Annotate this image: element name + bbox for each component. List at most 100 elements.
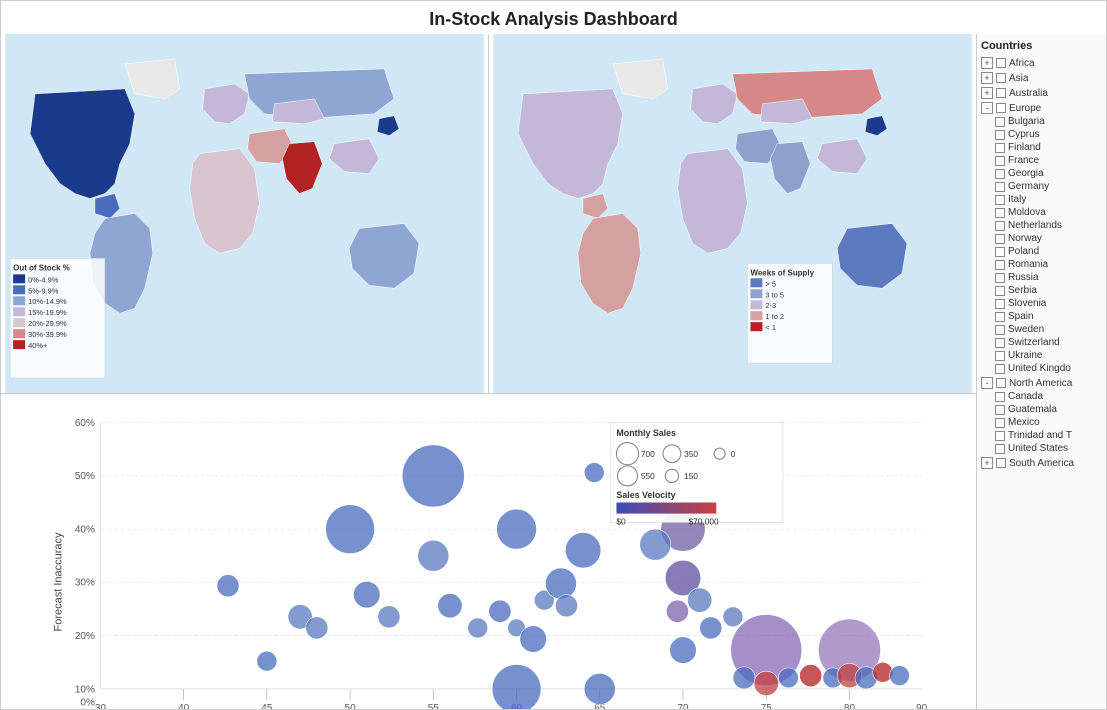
svg-text:30: 30 [95, 703, 107, 709]
svg-text:40%+: 40%+ [28, 341, 47, 350]
sidebar-item-switzerland[interactable]: Switzerland [981, 336, 1102, 349]
sidebar-item-united-kingdom[interactable]: United Kingdo [981, 362, 1102, 375]
sidebar-group-africa: + Africa [981, 56, 1102, 70]
sidebar-item-spain[interactable]: Spain [981, 310, 1102, 323]
svg-text:< 1: < 1 [765, 323, 776, 332]
sidebar-group-header-australia[interactable]: + Australia [981, 86, 1102, 100]
sidebar-item-germany[interactable]: Germany [981, 180, 1102, 193]
svg-text:90: 90 [916, 703, 928, 709]
sidebar-group-header-africa[interactable]: + Africa [981, 56, 1102, 70]
expand-icon-australia[interactable]: + [981, 87, 993, 99]
sidebar-item-slovenia[interactable]: Slovenia [981, 297, 1102, 310]
maps-row: Out of Stock % 0%-4.9% 5%-9.9% 10%-14.9%… [1, 34, 976, 394]
sidebar-item-united-states[interactable]: United States [981, 442, 1102, 455]
svg-text:0%-4.9%: 0%-4.9% [28, 275, 59, 284]
sidebar-item-netherlands[interactable]: Netherlands [981, 219, 1102, 232]
expand-icon-north-america[interactable]: - [981, 377, 993, 389]
svg-text:$70,000: $70,000 [689, 517, 719, 527]
dashboard: In-Stock Analysis Dashboard [0, 0, 1107, 710]
sidebar-group-label-africa: Africa [1009, 58, 1035, 69]
sidebar-group-header-europe[interactable]: - Europe [981, 101, 1102, 115]
svg-text:150: 150 [684, 471, 698, 481]
svg-text:10%: 10% [75, 684, 95, 695]
scatter-panel: Forecast Inaccuracy Retail Locations [1, 394, 976, 709]
sidebar-item-moldova[interactable]: Moldova [981, 206, 1102, 219]
svg-text:60%: 60% [75, 418, 95, 429]
sidebar-item-canada[interactable]: Canada [981, 390, 1102, 403]
sidebar-group-europe: - Europe Bulgaria Cyprus Finland France … [981, 101, 1102, 375]
sidebar-group-header-north-america[interactable]: - North America [981, 376, 1102, 390]
main-content: Out of Stock % 0%-4.9% 5%-9.9% 10%-14.9%… [1, 34, 1106, 709]
sidebar-group-header-south-america[interactable]: + South America [981, 456, 1102, 470]
expand-icon-south-america[interactable]: + [981, 457, 993, 469]
svg-text:30%-39.9%: 30%-39.9% [28, 330, 67, 339]
sidebar-group-label-australia: Australia [1009, 88, 1048, 99]
sidebar-item-france[interactable]: France [981, 154, 1102, 167]
svg-text:20%-29.9%: 20%-29.9% [28, 319, 67, 328]
sidebar-group-label-europe: Europe [1009, 103, 1041, 114]
checkbox-africa[interactable] [996, 58, 1006, 68]
sidebar-item-trinidad[interactable]: Trinidad and T [981, 429, 1102, 442]
svg-text:80: 80 [844, 703, 856, 709]
checkbox-europe[interactable] [996, 103, 1006, 113]
sidebar-item-serbia[interactable]: Serbia [981, 284, 1102, 297]
expand-icon-europe[interactable]: - [981, 102, 993, 114]
svg-text:30%: 30% [75, 578, 95, 589]
svg-text:350: 350 [684, 449, 698, 459]
expand-icon-asia[interactable]: + [981, 72, 993, 84]
svg-text:3 to 5: 3 to 5 [765, 290, 784, 299]
svg-text:2-3: 2-3 [765, 301, 776, 310]
checkbox-north-america[interactable] [996, 378, 1006, 388]
sidebar-title: Countries [981, 40, 1102, 52]
svg-text:15%-19.9%: 15%-19.9% [28, 308, 67, 317]
svg-text:10%-14.9%: 10%-14.9% [28, 297, 67, 306]
svg-text:700: 700 [641, 449, 655, 459]
sidebar-item-cyprus[interactable]: Cyprus [981, 128, 1102, 141]
svg-text:Out of Stock %: Out of Stock % [13, 263, 70, 272]
svg-text:5%-9.9%: 5%-9.9% [28, 286, 59, 295]
svg-text:0%: 0% [80, 698, 95, 709]
svg-text:> 5: > 5 [765, 279, 776, 288]
sidebar: Countries + Africa + Asia + [976, 34, 1106, 709]
svg-text:Sales Velocity: Sales Velocity [616, 490, 675, 500]
sidebar-item-russia[interactable]: Russia [981, 271, 1102, 284]
svg-text:20%: 20% [75, 631, 95, 642]
svg-text:1 to 2: 1 to 2 [765, 312, 784, 321]
sidebar-group-north-america: - North America Canada Guatemala Mexico … [981, 376, 1102, 455]
sidebar-group-label-south-america: South America [1009, 458, 1074, 469]
svg-text:70: 70 [677, 703, 689, 709]
sidebar-item-finland[interactable]: Finland [981, 141, 1102, 154]
sidebar-group-label-north-america: North America [1009, 378, 1072, 389]
sidebar-item-georgia[interactable]: Georgia [981, 167, 1102, 180]
left-map-panel: Out of Stock % 0%-4.9% 5%-9.9% 10%-14.9%… [1, 34, 489, 393]
sidebar-item-bulgaria[interactable]: Bulgaria [981, 115, 1102, 128]
svg-text:0: 0 [731, 449, 736, 459]
sidebar-item-sweden[interactable]: Sweden [981, 323, 1102, 336]
checkbox-asia[interactable] [996, 73, 1006, 83]
charts-area: Out of Stock % 0%-4.9% 5%-9.9% 10%-14.9%… [1, 34, 976, 709]
svg-text:Monthly Sales: Monthly Sales [616, 428, 676, 438]
checkbox-south-america[interactable] [996, 458, 1006, 468]
sidebar-group-australia: + Australia [981, 86, 1102, 100]
svg-text:550: 550 [641, 471, 655, 481]
svg-text:Weeks of Supply: Weeks of Supply [750, 268, 814, 277]
svg-text:50%: 50% [75, 471, 95, 482]
expand-icon-africa[interactable]: + [981, 57, 993, 69]
sidebar-group-header-asia[interactable]: + Asia [981, 71, 1102, 85]
checkbox-australia[interactable] [996, 88, 1006, 98]
sidebar-group-south-america: + South America [981, 456, 1102, 470]
right-map-svg: Weeks of Supply > 5 3 to 5 2-3 1 to 2 < … [489, 34, 976, 393]
svg-text:75: 75 [761, 703, 773, 709]
svg-text:45: 45 [261, 703, 273, 709]
sidebar-item-ukraine[interactable]: Ukraine [981, 349, 1102, 362]
svg-text:40%: 40% [75, 524, 95, 535]
sidebar-item-italy[interactable]: Italy [981, 193, 1102, 206]
sidebar-item-poland[interactable]: Poland [981, 245, 1102, 258]
sidebar-group-label-asia: Asia [1009, 73, 1028, 84]
left-map-svg: Out of Stock % 0%-4.9% 5%-9.9% 10%-14.9%… [1, 34, 488, 393]
sidebar-item-norway[interactable]: Norway [981, 232, 1102, 245]
scatter-svg: 60% 50% 40% 30% 20% 10% 0% [56, 409, 966, 709]
sidebar-item-mexico[interactable]: Mexico [981, 416, 1102, 429]
sidebar-item-guatemala[interactable]: Guatemala [981, 403, 1102, 416]
sidebar-item-romania[interactable]: Romania [981, 258, 1102, 271]
